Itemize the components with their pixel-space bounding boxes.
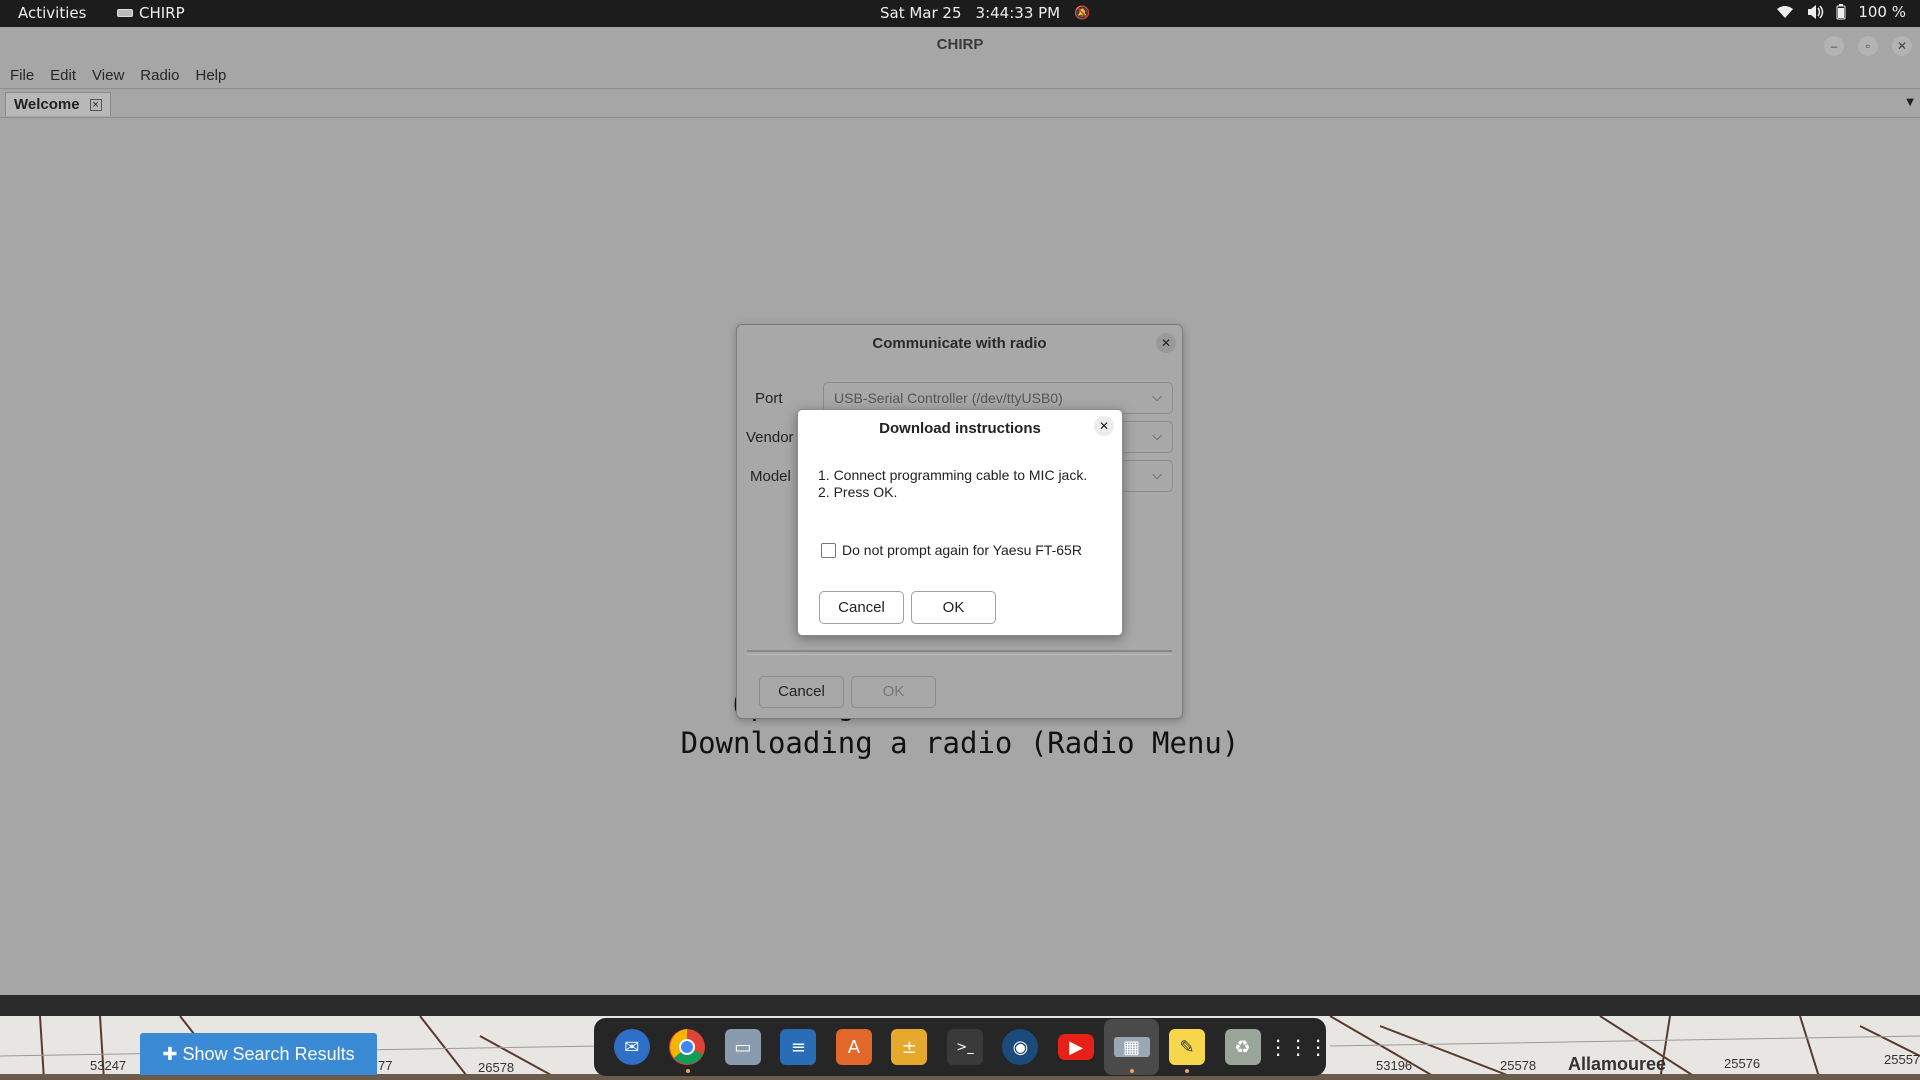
chirp-icon[interactable]: ▦: [1103, 1019, 1160, 1075]
maximize-button[interactable]: ▫: [1858, 36, 1878, 56]
model-label: Model: [750, 468, 791, 485]
writer-icon[interactable]: ≡: [771, 1019, 827, 1075]
title-bar[interactable]: CHIRP – ▫ ✕: [0, 27, 1920, 63]
port-value: USB-Serial Controller (/dev/ttyUSB0): [834, 390, 1063, 406]
chrome-glyph: [669, 1029, 706, 1065]
app-grid-icon[interactable]: ⋮⋮⋮: [1268, 1019, 1328, 1075]
running-indicator: [1185, 1069, 1190, 1073]
tab-label: Welcome: [14, 96, 80, 113]
instruction-line-2: 2. Press OK.: [818, 484, 898, 500]
menu-edit[interactable]: Edit: [42, 67, 84, 84]
menu-view[interactable]: View: [84, 67, 132, 84]
dock: ✉ ▭ ≡ A ± >_ ◉ ▶ ▦ ✎ ♻ ⋮⋮⋮: [594, 1018, 1328, 1076]
notifications-off-icon: 🔕: [1074, 5, 1091, 21]
youtube-icon[interactable]: ▶: [1048, 1019, 1104, 1075]
map-label: Allamouree: [1568, 1054, 1667, 1074]
dialog-title: Download instructions: [879, 420, 1041, 437]
map-label: 26578: [478, 1060, 515, 1075]
chirp-app-icon: [117, 9, 133, 17]
text-editor-icon[interactable]: ✎: [1159, 1019, 1215, 1075]
do-not-prompt-checkbox[interactable]: [821, 542, 836, 558]
terminal-icon[interactable]: >_: [937, 1019, 993, 1075]
do-not-prompt-row[interactable]: Do not prompt again for Yaesu FT-65R: [821, 542, 1082, 558]
menu-radio[interactable]: Radio: [132, 67, 187, 84]
thunderbird-icon[interactable]: ✉: [604, 1019, 660, 1075]
ok-button[interactable]: OK: [911, 591, 996, 624]
volume-icon: [1808, 5, 1824, 19]
do-not-prompt-label[interactable]: Do not prompt again for Yaesu FT-65R: [842, 542, 1082, 558]
app-name-label: CHIRP: [139, 4, 185, 22]
steam-icon[interactable]: ◉: [993, 1019, 1049, 1075]
tab-overflow-icon[interactable]: ▼: [1906, 97, 1914, 108]
map-label: 77: [378, 1058, 393, 1073]
map-label: 53196: [1376, 1058, 1413, 1073]
battery-percent: 100 %: [1858, 3, 1906, 21]
trash-icon[interactable]: ♻: [1215, 1019, 1271, 1075]
top-bar: Activities CHIRP Sat Mar 25 3:44:33 PM 🔕…: [0, 0, 1920, 27]
instructions-text: 1. Connect programming cable to MIC jack…: [818, 467, 1087, 501]
chevron-down-icon: ⌵: [1152, 389, 1162, 404]
menu-bar: File Edit View Radio Help: [0, 63, 1920, 89]
menu-file[interactable]: File: [2, 67, 42, 84]
vendor-label: Vendor: [746, 429, 794, 446]
plus-icon: ✚: [162, 1044, 178, 1064]
close-icon[interactable]: ✕: [1094, 416, 1114, 436]
map-label: 53247: [90, 1058, 127, 1073]
chevron-down-icon: ⌵: [1152, 428, 1162, 443]
map-label: 25557: [1884, 1052, 1920, 1067]
software-icon[interactable]: A: [826, 1019, 882, 1075]
tab-bar: Welcome × ▼: [0, 89, 1920, 118]
tab-welcome[interactable]: Welcome ×: [5, 92, 111, 116]
map-label: 25576: [1724, 1056, 1761, 1071]
system-menu[interactable]: 100 %: [1776, 3, 1906, 21]
app-menu[interactable]: CHIRP: [117, 4, 185, 22]
download-instructions-dialog: Download instructions ✕ 1. Connect progr…: [797, 409, 1123, 636]
search-results-label: Show Search Results: [182, 1044, 355, 1064]
cancel-button[interactable]: Cancel: [819, 591, 904, 624]
running-indicator: [685, 1069, 690, 1073]
clock[interactable]: Sat Mar 25 3:44:33 PM 🔕: [880, 4, 1090, 22]
port-label: Port: [755, 390, 783, 407]
ok-button[interactable]: OK: [851, 676, 936, 708]
battery-icon: [1836, 4, 1846, 20]
tab-close-icon[interactable]: ×: [89, 98, 102, 111]
show-search-results-button[interactable]: ✚ Show Search Results: [140, 1033, 377, 1075]
progress-bar: [747, 650, 1172, 655]
date-label: Sat Mar 25: [880, 4, 962, 22]
close-icon[interactable]: ✕: [1156, 333, 1176, 353]
wifi-icon: [1777, 6, 1794, 18]
activities-button[interactable]: Activities: [18, 4, 86, 22]
instruction-line-1: 1. Connect programming cable to MIC jack…: [818, 467, 1088, 483]
chrome-icon[interactable]: [660, 1019, 716, 1075]
dialog-title: Communicate with radio: [872, 335, 1047, 352]
map-label: 25578: [1500, 1058, 1537, 1073]
running-indicator: [1129, 1069, 1134, 1073]
files-icon[interactable]: ▭: [715, 1019, 771, 1075]
minimize-button[interactable]: –: [1824, 36, 1844, 56]
welcome-line-2: Downloading a radio (Radio Menu): [680, 726, 1240, 760]
window-title: CHIRP: [936, 36, 984, 53]
cancel-button[interactable]: Cancel: [759, 676, 844, 708]
calc-icon[interactable]: ±: [882, 1019, 938, 1075]
close-window-button[interactable]: ✕: [1892, 36, 1912, 56]
chevron-down-icon: ⌵: [1152, 467, 1162, 482]
menu-help[interactable]: Help: [187, 67, 234, 84]
time-label: 3:44:33 PM: [975, 4, 1061, 22]
